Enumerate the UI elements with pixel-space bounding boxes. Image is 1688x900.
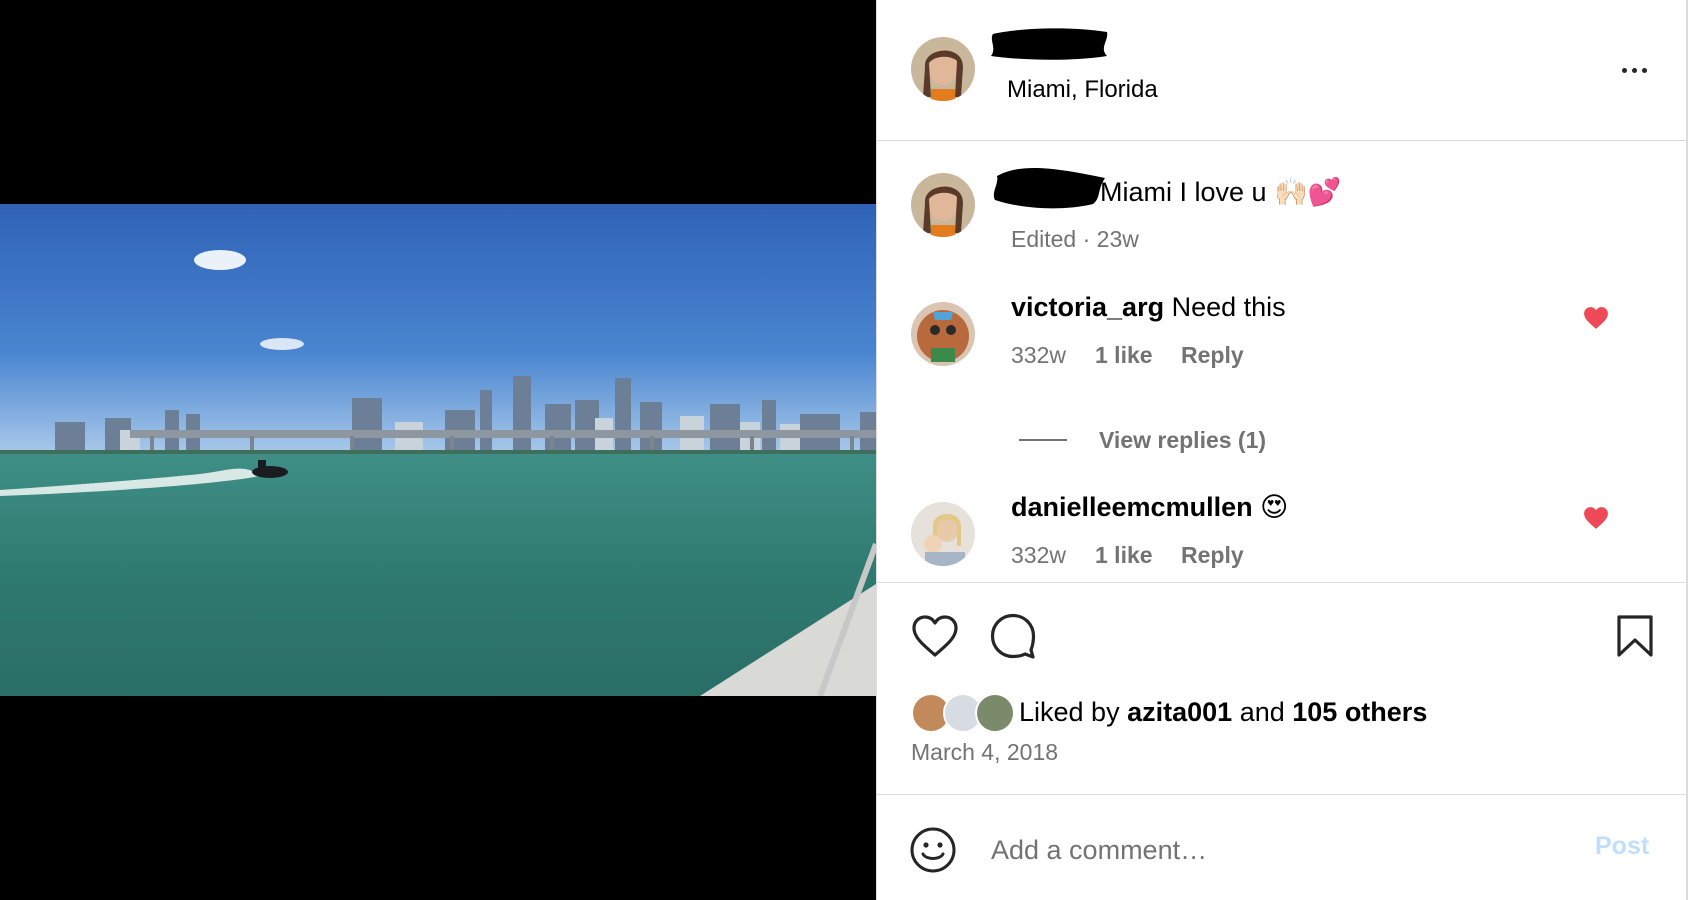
commenter-avatar[interactable] [911,302,975,366]
view-replies-button[interactable]: View replies (1) [1099,427,1266,454]
post-comment-button[interactable]: Post [1595,832,1649,861]
post-modal: Miami, Florida Miami I love u 🙌🏻💕 Edited… [0,0,1688,900]
comment-text: 😍 [1260,492,1289,522]
comment-text: Need this [1171,292,1286,322]
liked-by-summary: Liked by azita001 and 105 others [1019,697,1427,728]
redacted-caption-username [993,167,1105,209]
like-icon[interactable] [911,614,959,658]
author-avatar[interactable] [911,37,975,101]
post-date[interactable]: March 4, 2018 [911,739,1058,766]
post-photo[interactable] [0,204,876,696]
comment-likes-count[interactable]: 1 like [1095,542,1153,569]
comment-username[interactable]: danielleemcmullen [1011,492,1253,522]
comment-age[interactable]: 332w [1011,342,1066,369]
liked-by-avatars[interactable] [911,693,1019,733]
caption-meta: Edited · 23w [1011,226,1139,252]
comment-age[interactable]: 332w [1011,542,1066,569]
redacted-username [991,28,1108,60]
liked-by-prefix: Liked by [1019,697,1120,727]
comment-heart-icon[interactable] [1583,306,1609,330]
comment-input[interactable] [991,826,1521,874]
comment-body: danielleemcmullen 😍 [1011,492,1288,523]
post-location[interactable]: Miami, Florida [1007,76,1158,104]
comment-body: victoria_arg Need this [1011,292,1286,323]
post-media [0,0,876,900]
comment-heart-icon[interactable] [1583,506,1609,530]
reply-button[interactable]: Reply [1181,342,1244,369]
post-details-panel: Miami, Florida Miami I love u 🙌🏻💕 Edited… [876,0,1688,900]
comment-icon[interactable] [989,612,1037,660]
more-options-icon[interactable] [1614,56,1654,84]
liked-by-user-link[interactable]: azita001 [1127,697,1232,727]
composer-divider [877,794,1688,795]
caption-author-avatar[interactable] [911,173,975,237]
bookmark-icon[interactable] [1615,614,1655,658]
view-replies-line [1019,439,1067,441]
comment-likes-count[interactable]: 1 like [1095,342,1153,369]
likes-count-link[interactable]: 105 others [1292,697,1427,727]
commenter-avatar[interactable] [911,502,975,566]
comments-divider [877,582,1688,583]
liker-avatar [975,693,1015,733]
post-caption: Miami I love u 🙌🏻💕 [1100,177,1342,207]
comment-username[interactable]: victoria_arg [1011,292,1164,322]
header-divider [877,140,1688,141]
liked-by-joiner: and [1239,697,1285,727]
reply-button[interactable]: Reply [1181,542,1244,569]
emoji-icon[interactable] [909,826,957,874]
